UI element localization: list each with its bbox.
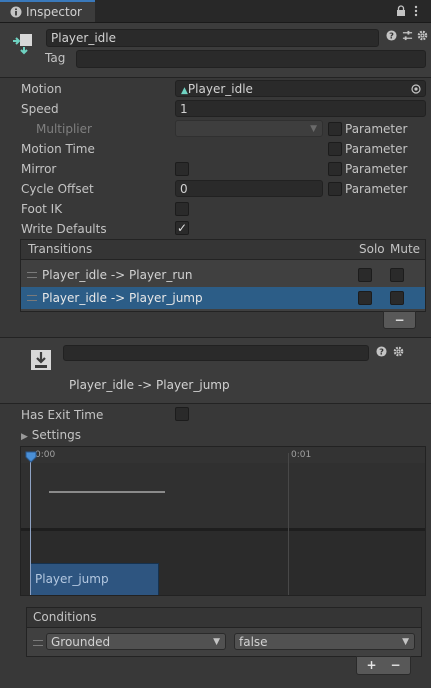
transition-title: Player_idle -> Player_jump: [69, 378, 230, 392]
tag-field[interactable]: [76, 50, 426, 68]
transitions-list-header: Transitions Solo Mute: [21, 240, 425, 260]
animator-state-icon: [13, 34, 32, 55]
state-name-field[interactable]: Player_idle: [46, 29, 379, 47]
cycle-offset-parameter-label: Parameter: [345, 182, 408, 196]
cycle-offset-parameter-checkbox[interactable]: [328, 182, 342, 196]
tag-label: Tag: [45, 51, 66, 65]
has-exit-time-label: Has Exit Time: [21, 408, 104, 422]
solo-column-label: Solo: [359, 242, 385, 256]
cycle-offset-field[interactable]: 0: [175, 180, 323, 197]
kebab-menu-icon[interactable]: [414, 4, 418, 18]
multiplier-parameter-label: Parameter: [345, 122, 408, 136]
multiplier-dropdown: ▼: [175, 120, 323, 137]
conditions-list: Conditions Grounded ▼ false ▼: [26, 607, 422, 657]
multiplier-label: Multiplier: [36, 122, 92, 136]
timeline-tick-end: 0:01: [291, 450, 312, 460]
conditions-list-header: Conditions: [27, 608, 421, 628]
timeline-tick-line: [288, 453, 289, 595]
preset-sliders-icon[interactable]: [402, 30, 413, 41]
transition-icon: [31, 350, 51, 370]
transition-row-selected[interactable]: Player_idle -> Player_jump: [21, 287, 425, 309]
foot-ik-label: Foot IK: [21, 202, 63, 216]
mute-checkbox[interactable]: [390, 268, 404, 282]
add-condition-button[interactable]: +: [360, 657, 384, 674]
motion-time-parameter-checkbox[interactable]: [328, 142, 342, 156]
svg-text:?: ?: [379, 347, 384, 357]
condition-parameter-dropdown[interactable]: Grounded ▼: [46, 633, 226, 650]
condition-buttons: + −: [356, 656, 411, 675]
motion-label: Motion: [21, 82, 62, 96]
tab-label: Inspector: [26, 5, 82, 19]
tab-inspector[interactable]: Inspector: [0, 0, 95, 22]
help-icon[interactable]: ?: [376, 346, 387, 357]
has-exit-time-checkbox[interactable]: [175, 407, 189, 421]
condition-value: false: [239, 635, 268, 649]
window-titlebar: Inspector: [0, 0, 431, 23]
gear-icon[interactable]: [417, 30, 428, 41]
write-defaults-label: Write Defaults: [21, 222, 107, 236]
write-defaults-checkbox[interactable]: ✓: [175, 221, 189, 235]
playhead-marker-icon[interactable]: [25, 451, 37, 463]
multiplier-parameter-checkbox[interactable]: [328, 122, 342, 136]
remove-condition-button[interactable]: −: [384, 657, 408, 674]
motion-time-parameter-label: Parameter: [345, 142, 408, 156]
motion-value: Player_idle: [187, 82, 253, 96]
transition-timeline[interactable]: 0:00 0:01 Player_jump: [20, 446, 426, 596]
conditions-header-label: Conditions: [33, 610, 97, 624]
transitions-list: Transitions Solo Mute Player_idle -> Pla…: [20, 239, 426, 312]
transition-name-field[interactable]: [63, 345, 369, 361]
transition-header: ? Player_idle -> Player_jump: [0, 337, 431, 404]
settings-foldout[interactable]: ▶ Settings: [21, 428, 81, 442]
drag-handle-icon[interactable]: [27, 272, 37, 278]
chevron-down-icon: ▼: [402, 637, 409, 647]
mirror-parameter-label: Parameter: [345, 162, 408, 176]
motion-field[interactable]: ▲Player_idle: [175, 80, 426, 97]
chevron-down-icon: ▼: [213, 637, 220, 647]
inspector-header: Player_idle Tag ?: [0, 23, 431, 78]
animation-clip-icon: ▲: [181, 86, 188, 96]
motion-time-label: Motion Time: [21, 142, 95, 156]
chevron-down-icon: ▼: [310, 124, 317, 134]
mirror-parameter-checkbox[interactable]: [328, 162, 342, 176]
drag-handle-icon[interactable]: [33, 640, 43, 646]
destination-clip-label: Player_jump: [35, 572, 109, 586]
object-picker-icon[interactable]: [411, 84, 421, 94]
condition-row[interactable]: Grounded ▼ false ▼: [27, 632, 421, 654]
cycle-offset-label: Cycle Offset: [21, 182, 94, 196]
transition-row-label: Player_idle -> Player_jump: [42, 291, 203, 305]
timeline-divider: [21, 528, 425, 531]
transition-curve: [49, 491, 165, 493]
destination-clip-bar[interactable]: Player_jump: [30, 563, 159, 595]
svg-text:?: ?: [389, 31, 394, 41]
solo-checkbox[interactable]: [358, 291, 372, 305]
transition-row[interactable]: Player_idle -> Player_run: [21, 264, 425, 286]
condition-value-dropdown[interactable]: false ▼: [234, 633, 415, 650]
condition-parameter-value: Grounded: [51, 635, 111, 649]
mute-checkbox[interactable]: [390, 291, 404, 305]
solo-checkbox[interactable]: [358, 268, 372, 282]
help-icon[interactable]: ?: [386, 30, 397, 41]
mirror-label: Mirror: [21, 162, 57, 176]
speed-field[interactable]: 1: [175, 100, 426, 117]
lock-icon[interactable]: [396, 5, 406, 17]
remove-transition-button[interactable]: −: [383, 311, 416, 329]
transition-row-label: Player_idle -> Player_run: [42, 268, 193, 282]
chevron-right-icon: ▶: [21, 432, 28, 442]
drag-handle-icon[interactable]: [27, 295, 37, 301]
timeline-track-upper: [21, 463, 425, 528]
settings-label: Settings: [31, 428, 81, 442]
mirror-checkbox[interactable]: [175, 162, 189, 176]
mute-column-label: Mute: [390, 242, 421, 256]
foot-ik-checkbox[interactable]: [175, 202, 189, 216]
speed-label: Speed: [21, 102, 59, 116]
timeline-ruler: [21, 447, 425, 464]
playhead-line: [30, 453, 31, 595]
timeline-tick-start: 0:00: [35, 450, 56, 460]
gear-icon[interactable]: [393, 346, 404, 357]
checkmark-icon: ✓: [176, 221, 188, 235]
info-icon: [10, 6, 22, 18]
transitions-header-label: Transitions: [28, 242, 93, 256]
